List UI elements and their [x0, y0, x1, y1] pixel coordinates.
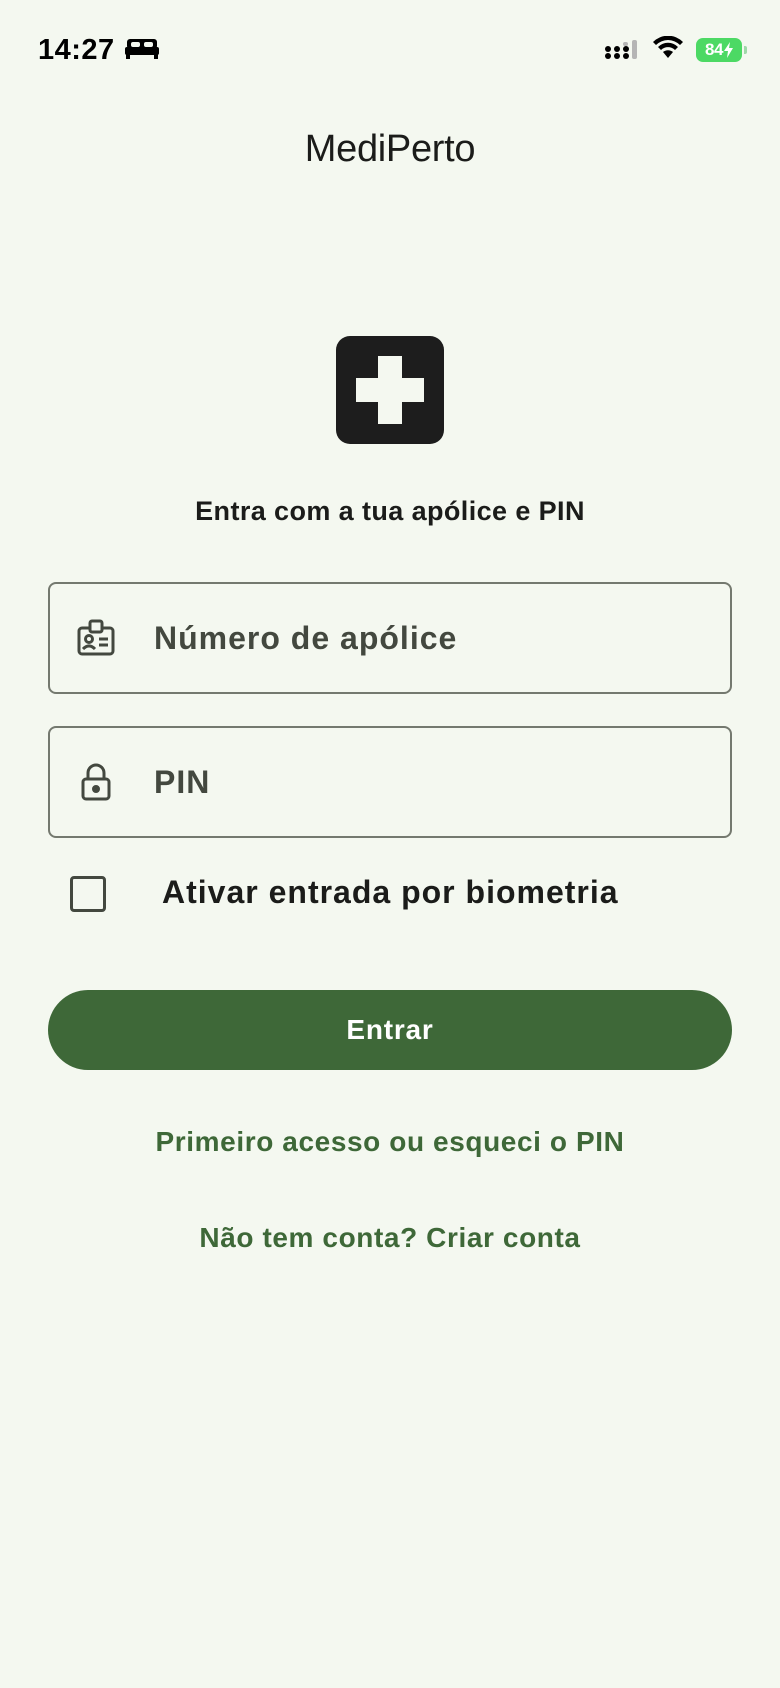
- login-button[interactable]: Entrar: [48, 990, 732, 1070]
- create-account-link[interactable]: Não tem conta? Criar conta: [0, 1222, 780, 1254]
- policy-number-input[interactable]: [154, 584, 710, 692]
- charging-bolt-icon: [723, 42, 733, 58]
- status-left: 14:27: [38, 34, 159, 67]
- id-badge-icon: [76, 618, 116, 658]
- pin-field[interactable]: [48, 726, 732, 838]
- battery-icon: 84: [696, 38, 747, 62]
- biometric-label[interactable]: Ativar entrada por biometria: [162, 874, 619, 911]
- forgot-pin-link[interactable]: Primeiro acesso ou esqueci o PIN: [0, 1126, 780, 1158]
- pin-input[interactable]: [154, 728, 710, 836]
- medical-cross-icon: [336, 336, 444, 444]
- login-screen: 14:27 84 MediPerto Entra com a tua apóli…: [0, 0, 780, 1688]
- wifi-icon: [652, 35, 684, 65]
- login-subtitle: Entra com a tua apólice e PIN: [195, 496, 585, 526]
- biometric-checkbox[interactable]: [70, 876, 106, 912]
- app-title: MediPerto: [304, 128, 476, 170]
- status-right: 84: [604, 35, 747, 65]
- bed-icon: [124, 37, 159, 64]
- status-time: 14:27: [38, 33, 115, 66]
- battery-cap: [744, 46, 747, 54]
- lock-icon: [76, 762, 116, 802]
- policy-number-field[interactable]: [48, 582, 732, 694]
- battery-level: 84: [705, 40, 723, 59]
- signal-icon: [604, 36, 640, 65]
- status-bar: 14:27 84: [38, 30, 747, 70]
